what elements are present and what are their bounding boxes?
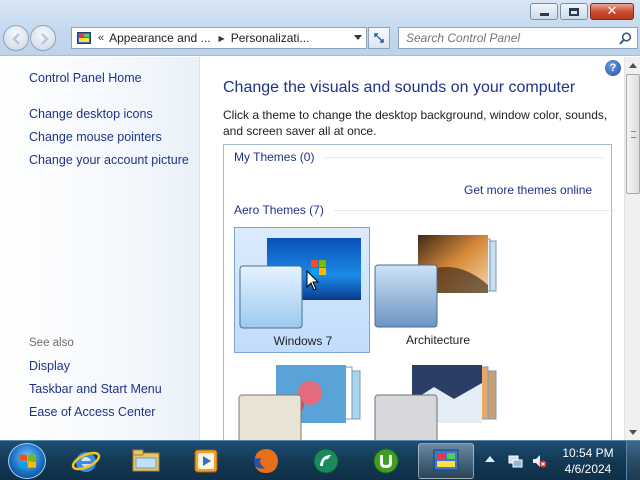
- get-more-themes-link[interactable]: Get more themes online: [464, 183, 592, 197]
- show-desktop-button[interactable]: [626, 441, 640, 480]
- caption-buttons: ✕: [530, 3, 634, 20]
- search-icon[interactable]: [619, 32, 632, 45]
- chevron-down-icon: [629, 429, 637, 435]
- address-bar[interactable]: « Appearance and ... ▶ Personalizati...: [71, 27, 367, 49]
- ease-of-access-link[interactable]: Ease of Access Center: [29, 405, 155, 419]
- third-theme-preview: [238, 365, 361, 440]
- group-divider: [333, 209, 614, 211]
- taskbar-green-app[interactable]: [298, 443, 354, 479]
- refresh-button[interactable]: [368, 27, 390, 49]
- control-panel-icon: [433, 449, 459, 471]
- taskbar: 10:54 PM 4/6/2024: [0, 440, 640, 480]
- taskbar-windows-explorer[interactable]: [118, 443, 174, 479]
- close-icon: ✕: [606, 4, 618, 19]
- minimize-button[interactable]: [530, 3, 558, 20]
- my-themes-header[interactable]: My Themes (0): [234, 150, 605, 164]
- taskbar-control-panel[interactable]: [418, 443, 474, 479]
- internet-explorer-icon: [71, 451, 101, 472]
- forward-arrow-icon: [41, 33, 49, 45]
- change-account-picture-link[interactable]: Change your account picture: [29, 153, 189, 167]
- taskbar-start-menu-link[interactable]: Taskbar and Start Menu: [29, 382, 162, 396]
- chevron-up-icon: [629, 62, 637, 68]
- address-dropdown-icon[interactable]: [354, 35, 362, 40]
- display-link[interactable]: Display: [29, 359, 70, 373]
- task-pane: Control Panel Home Change desktop icons …: [0, 57, 200, 440]
- mouse-cursor-icon: [306, 270, 320, 291]
- themes-list: My Themes (0) Get more themes online Aer…: [223, 144, 614, 440]
- fourth-theme-preview: [374, 365, 497, 440]
- page-description: Click a theme to change the desktop back…: [223, 108, 608, 138]
- back-button[interactable]: [3, 25, 29, 51]
- aero-themes-header[interactable]: Aero Themes (7): [234, 203, 614, 217]
- change-mouse-pointers-link[interactable]: Change mouse pointers: [29, 130, 162, 144]
- clock-date: 4/6/2024: [564, 462, 612, 476]
- network-icon[interactable]: [507, 453, 523, 469]
- scroll-up-button[interactable]: [625, 57, 640, 73]
- my-themes-label: My Themes (0): [234, 150, 315, 164]
- taskbar-media-player[interactable]: [178, 443, 234, 479]
- breadcrumb-appearance[interactable]: Appearance and ...: [109, 31, 210, 45]
- group-divider: [324, 156, 605, 158]
- clock[interactable]: 10:54 PM 4/6/2024: [556, 445, 620, 477]
- refresh-icon: [374, 33, 384, 43]
- theme-windows-7[interactable]: Windows 7: [234, 227, 370, 353]
- volume-muted-icon[interactable]: [531, 453, 547, 469]
- search-input[interactable]: [406, 31, 616, 45]
- clock-time: 10:54 PM: [562, 446, 614, 460]
- aero-themes-label: Aero Themes (7): [234, 203, 324, 217]
- taskbar-firefox[interactable]: [238, 443, 294, 479]
- change-desktop-icons-link[interactable]: Change desktop icons: [29, 107, 153, 121]
- taskbar-utorrent[interactable]: [358, 443, 414, 479]
- firefox-icon: [254, 449, 278, 473]
- see-also-heading: See also: [29, 337, 74, 349]
- forward-button[interactable]: [30, 25, 56, 51]
- back-arrow-icon: [12, 33, 20, 45]
- utorrent-icon: [373, 448, 399, 474]
- architecture-theme-preview: [374, 235, 497, 328]
- theme-architecture[interactable]: Architecture: [370, 227, 506, 353]
- grip-icon: [631, 131, 636, 138]
- help-icon[interactable]: ?: [605, 60, 621, 76]
- taskbar-internet-explorer[interactable]: [58, 443, 114, 479]
- maximize-button[interactable]: [560, 3, 588, 20]
- vertical-scrollbar[interactable]: [624, 57, 640, 440]
- start-button[interactable]: [8, 443, 46, 479]
- scroll-thumb[interactable]: [626, 74, 640, 194]
- control-panel-home-link[interactable]: Control Panel Home: [29, 71, 142, 85]
- page-title: Change the visuals and sounds on your co…: [223, 79, 576, 96]
- title-bar: ✕ « Appearance and ... ▶ Personalizati..…: [0, 0, 640, 56]
- control-panel-window: ✕ « Appearance and ... ▶ Personalizati..…: [0, 0, 640, 440]
- theme-third[interactable]: [234, 357, 370, 440]
- theme-name: Architecture: [405, 333, 471, 347]
- theme-fourth[interactable]: [370, 357, 506, 440]
- minimize-icon: [539, 12, 549, 16]
- windows-7-theme-preview: [239, 238, 361, 329]
- theme-name: Windows 7: [273, 334, 333, 348]
- main-content: ? Change the visuals and sounds on your …: [201, 57, 624, 440]
- windows-logo-icon: [20, 454, 36, 468]
- control-panel-icon: [76, 31, 92, 45]
- show-hidden-icons-button[interactable]: [485, 456, 495, 462]
- close-button[interactable]: ✕: [590, 3, 634, 20]
- search-box[interactable]: [398, 27, 638, 49]
- media-player-icon: [194, 449, 218, 473]
- breadcrumb-personalization[interactable]: Personalizati...: [231, 31, 310, 45]
- folder-icon: [132, 449, 160, 472]
- scroll-down-button[interactable]: [625, 424, 640, 440]
- breadcrumb-arrow-icon[interactable]: ▶: [219, 34, 225, 43]
- green-circle-app-icon: [313, 448, 339, 474]
- maximize-icon: [569, 7, 579, 16]
- address-overflow-chevron[interactable]: «: [98, 32, 104, 44]
